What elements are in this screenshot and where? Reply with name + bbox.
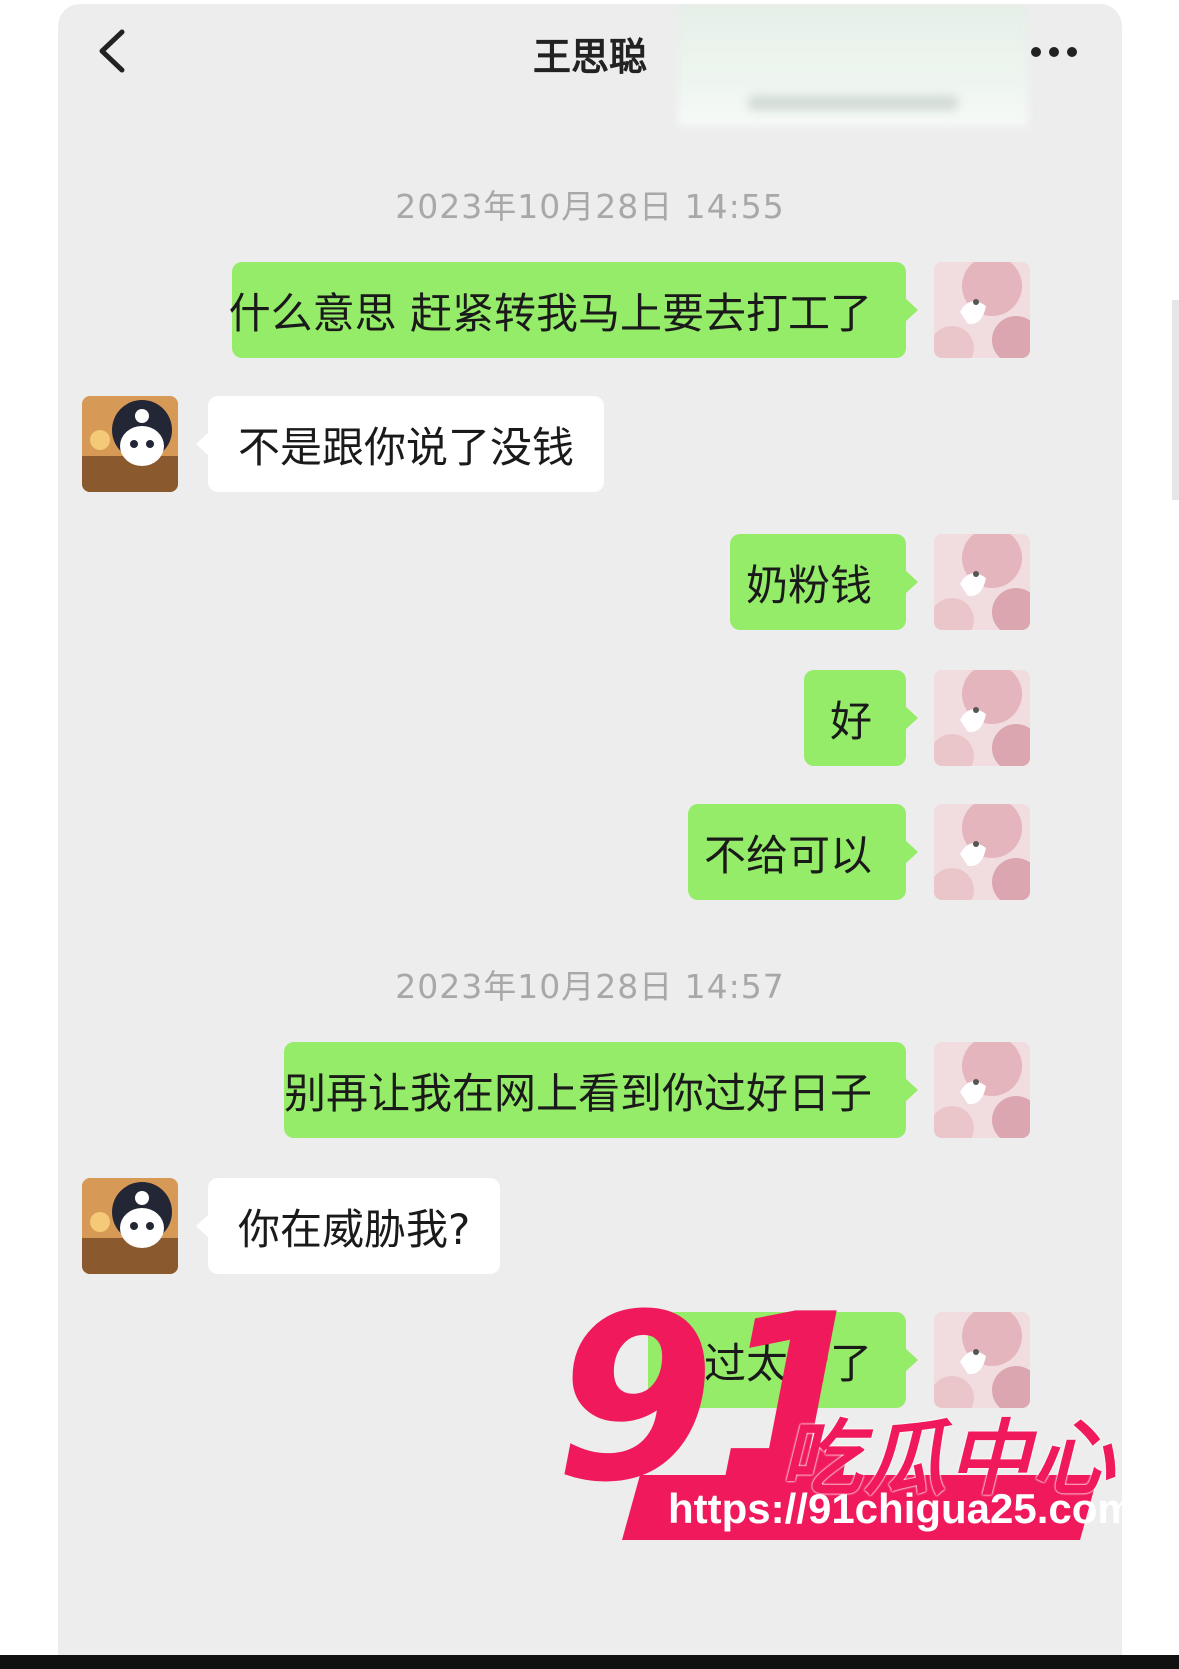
bottom-bar xyxy=(0,1655,1179,1669)
blurred-text xyxy=(748,96,958,110)
my-avatar[interactable] xyxy=(934,534,1030,630)
screen-edge xyxy=(1172,300,1179,500)
message-bubble-outgoing[interactable]: 过太苦了 xyxy=(648,1312,918,1408)
message-bubble-outgoing[interactable]: 好 xyxy=(804,670,918,766)
contact-avatar[interactable] xyxy=(82,1178,178,1274)
my-avatar[interactable] xyxy=(934,1312,1030,1408)
message-bubble-incoming[interactable]: 你在威胁我? xyxy=(195,1178,501,1274)
message-bubble-outgoing[interactable]: 奶粉钱 xyxy=(730,534,918,630)
message-timestamp: 2023年10月28日 14:55 xyxy=(395,187,785,226)
chat-screen: 王思聪 2023年10月28日 14:55 什么意思 赶紧转我马上要去打工了 不… xyxy=(58,4,1122,1669)
chat-header: 王思聪 xyxy=(58,4,1122,126)
my-avatar[interactable] xyxy=(934,670,1030,766)
my-avatar[interactable] xyxy=(934,1042,1030,1138)
message-bubble-outgoing[interactable]: 不给可以 xyxy=(688,804,918,900)
contact-avatar[interactable] xyxy=(82,396,178,492)
more-dots-icon xyxy=(1031,47,1077,57)
message-bubble-outgoing[interactable]: 别再让我在网上看到你过好日子 xyxy=(284,1042,918,1138)
my-avatar[interactable] xyxy=(934,262,1030,358)
more-button[interactable] xyxy=(1026,34,1082,70)
message-bubble-outgoing[interactable]: 什么意思 赶紧转我马上要去打工了 xyxy=(229,262,918,358)
chat-title: 王思聪 xyxy=(532,35,647,79)
my-avatar[interactable] xyxy=(934,804,1030,900)
message-bubble-incoming[interactable]: 不是跟你说了没钱 xyxy=(195,396,605,492)
message-timestamp: 2023年10月28日 14:57 xyxy=(395,967,785,1006)
